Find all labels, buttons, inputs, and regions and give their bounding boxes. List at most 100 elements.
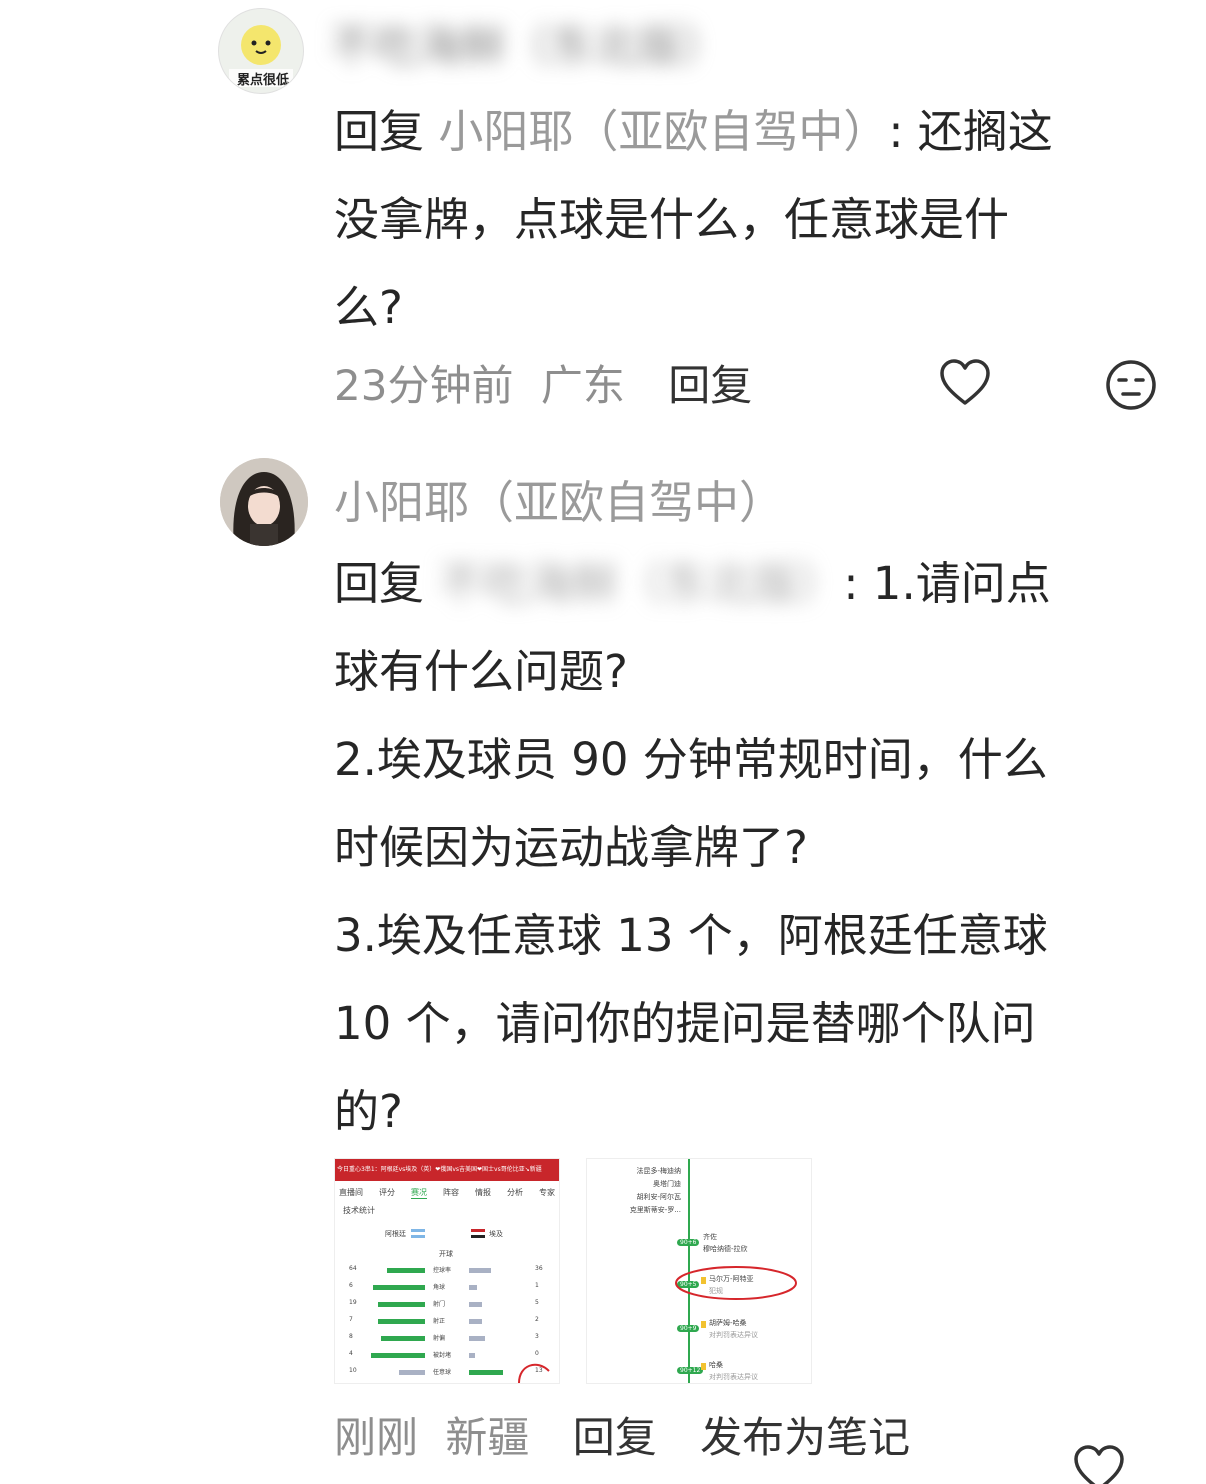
event-player: 胡萨姆-哈桑 (709, 1319, 747, 1327)
stat-left-value: 8 (349, 1333, 353, 1340)
timeline-event-2: 90+5 马尔万-阿特亚 犯规 (675, 1266, 807, 1300)
top-event-3: 胡利安-阿尔瓦 (636, 1193, 681, 1201)
comment-1-body: 回复 小阳耶（亚欧自驾中）: 还搁这 没拿牌，点球是什么，任意球是什 么? (334, 88, 1174, 352)
stat-right-value: 36 (535, 1265, 543, 1272)
stat-label: 控球率 (433, 1267, 452, 1274)
stat-left-bar (378, 1319, 425, 1324)
stat-label: 射偏 (433, 1335, 446, 1342)
profile-photo-icon (220, 458, 308, 546)
tab-analysis[interactable]: 分析 (507, 1187, 523, 1199)
stat-label: 任意球 (433, 1369, 452, 1376)
reply-target-blurred[interactable]: 不吃海鲜（东北版） (438, 557, 843, 610)
stat-label: 被封堵 (433, 1352, 452, 1359)
tab-intel[interactable]: 情报 (475, 1187, 491, 1199)
minute-badge: 90+9 (677, 1325, 700, 1332)
stat-right-bar (469, 1302, 482, 1307)
stat-row: 6 角球 1 (335, 1280, 559, 1294)
team-right: 埃及 (489, 1230, 503, 1238)
tab-match[interactable]: 赛况 (411, 1187, 427, 1199)
comment-time: 刚刚 (334, 1413, 419, 1462)
tab-rating[interactable]: 评分 (379, 1187, 395, 1199)
timeline-event-3: 90+9 胡萨姆-哈桑 对判罚表达异议 (677, 1315, 807, 1339)
comment-2-line-6: 10 个，请问你的提问是替哪个队问 (334, 997, 1036, 1050)
stat-left-bar (373, 1285, 425, 1290)
comment-2-line-5: 3.埃及任意球 13 个，阿根廷任意球 (334, 909, 1048, 962)
timeline-event-4: 90+12 哈桑 对判罚表达异议 (677, 1357, 807, 1381)
username-commenter-2[interactable]: 小阳耶（亚欧自驾中） (334, 466, 784, 531)
stat-right-value: 3 (535, 1333, 539, 1340)
reply-button[interactable]: 回复 (573, 1413, 657, 1462)
stat-left-bar (378, 1302, 425, 1307)
event-detail: 对判罚表达异议 (709, 1373, 758, 1381)
like-heart-icon[interactable] (1072, 1444, 1126, 1484)
comment-1-line-3: 么? (334, 281, 403, 334)
stat-right-value: 1 (535, 1282, 539, 1289)
comment-location: 广东 (540, 361, 625, 410)
stat-right-value: 2 (535, 1316, 539, 1323)
red-circle-annotation-icon (675, 1266, 797, 1300)
tab-lineup[interactable]: 阵容 (443, 1187, 459, 1199)
reply-button[interactable]: 回复 (668, 361, 752, 410)
stat-right-bar (469, 1336, 485, 1341)
stat-left-bar (371, 1353, 425, 1358)
stat-left-bar (399, 1370, 425, 1375)
stat-label: 角球 (433, 1284, 446, 1291)
stat-left-value: 64 (349, 1265, 357, 1272)
reply-target[interactable]: 小阳耶（亚欧自驾中） (438, 105, 888, 158)
stat-left-value: 4 (349, 1350, 353, 1357)
comment-location: 新疆 (445, 1413, 530, 1462)
publish-as-note-button[interactable]: 发布为笔记 (700, 1413, 910, 1462)
minute-badge: 90+6 (677, 1239, 700, 1246)
stat-row: 19 射门 5 (335, 1297, 559, 1311)
stat-left-value: 6 (349, 1282, 353, 1289)
like-heart-icon[interactable] (938, 358, 992, 408)
stat-row: 64 控球率 36 (335, 1263, 559, 1277)
timeline-top-events: 法昆多-梅迪纳 奥塔门迪 胡利安-阿尔瓦 克里斯蒂安-罗... (591, 1165, 681, 1217)
stat-left-value: 10 (349, 1367, 357, 1374)
comment-1-line-1: : 还搁这 (888, 105, 1053, 158)
tab-live[interactable]: 直播间 (339, 1187, 363, 1199)
comment-2-line-1: : 1.请问点 (843, 557, 1051, 610)
comment-2-line-3: 2.埃及球员 90 分钟常规时间，什么 (334, 733, 1048, 786)
avatar-caption: 累点很低 (237, 73, 290, 88)
dislike-face-icon[interactable] (1104, 358, 1158, 412)
comment-2-line-4: 时候因为运动战拿牌了? (334, 821, 808, 874)
stat-left-value: 7 (349, 1316, 353, 1323)
stats-banner: 今日重心3串1：阿根廷vs埃及（英）❤俄国vs吉美国❤国士vs哥伦比亚↘新疆 (335, 1159, 559, 1181)
stat-label: 射门 (433, 1301, 446, 1308)
event-detail: 对判罚表达异议 (709, 1331, 758, 1339)
username-blurred[interactable]: 不吃海鲜（东北版） (330, 10, 726, 74)
top-event-1: 法昆多-梅迪纳 (636, 1167, 681, 1175)
hand-drawn-mark-icon (518, 1363, 550, 1383)
avatar-commenter-1[interactable]: 累点很低 (218, 8, 304, 94)
stat-left-bar (381, 1336, 425, 1341)
event-player: 穆哈纳德-拉欣 (703, 1245, 748, 1253)
avatar-commenter-2[interactable] (220, 458, 308, 546)
comment-1-line-2: 没拿牌，点球是什么，任意球是什 (334, 193, 1010, 246)
tab-expert[interactable]: 专家 (539, 1187, 555, 1199)
top-event-4: 克里斯蒂安-罗... (629, 1206, 681, 1214)
event-player: 齐佐 (703, 1233, 717, 1241)
stat-label: 射正 (433, 1318, 446, 1325)
top-event-2: 奥塔门迪 (653, 1180, 681, 1188)
minute-badge: 90+12 (677, 1367, 704, 1374)
kickoff-label: 开球 (439, 1250, 453, 1258)
comment-2-meta: 刚刚 新疆 回复 发布为笔记 (334, 1404, 910, 1465)
comment-2-body: 回复 不吃海鲜（东北版）: 1.请问点 球有什么问题? 2.埃及球员 90 分钟… (334, 540, 1174, 1156)
stats-tabs: 直播间 评分 赛况 阵容 情报 分析 专家 (339, 1187, 555, 1199)
egypt-flag-icon (471, 1229, 485, 1238)
attached-image-timeline[interactable]: 法昆多-梅迪纳 奥塔门迪 胡利安-阿尔瓦 克里斯蒂安-罗... 90+6 齐佐 … (586, 1158, 812, 1384)
stat-right-bar (469, 1370, 503, 1375)
reply-prefix: 回复 (334, 557, 425, 610)
argentina-flag-icon (411, 1229, 425, 1238)
yellow-card-icon (701, 1321, 706, 1328)
attached-image-stats[interactable]: 今日重心3串1：阿根廷vs埃及（英）❤俄国vs吉美国❤国士vs哥伦比亚↘新疆 直… (334, 1158, 560, 1384)
stat-right-bar (469, 1319, 482, 1324)
stat-left-value: 19 (349, 1299, 357, 1306)
stat-right-value: 5 (535, 1299, 539, 1306)
comment-1-meta: 23分钟前 广东 回复 (334, 352, 752, 413)
comment-2-line-2: 球有什么问题? (334, 645, 628, 698)
stat-right-bar (469, 1285, 477, 1290)
reply-prefix: 回复 (334, 105, 425, 158)
yellow-card-icon (701, 1363, 706, 1370)
